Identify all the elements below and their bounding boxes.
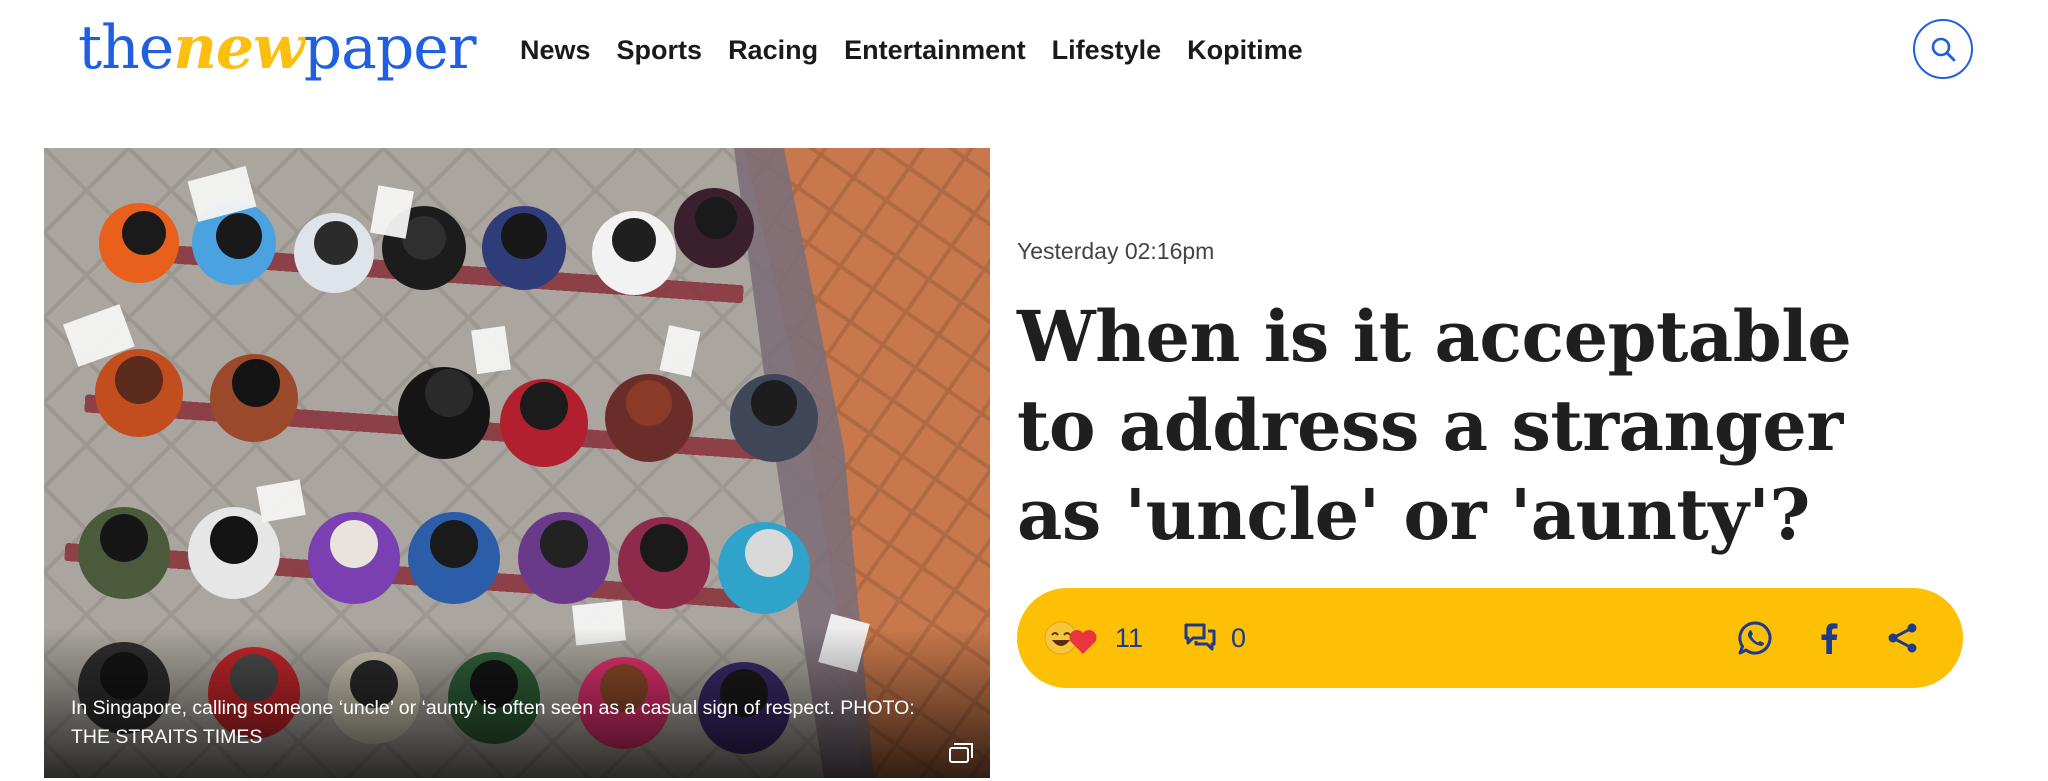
- nav-item-racing[interactable]: Racing: [728, 28, 818, 72]
- comments-button[interactable]: 0: [1183, 618, 1246, 658]
- site-logo[interactable]: thenewpaper: [78, 6, 476, 90]
- article-timestamp: Yesterday 02:16pm: [1017, 238, 1215, 264]
- nav-item-kopitime[interactable]: Kopitime: [1187, 28, 1303, 72]
- share-icon: [1888, 623, 1917, 653]
- reactions-count: 11: [1115, 623, 1144, 653]
- comments-icon: [1184, 623, 1216, 651]
- reactions-button[interactable]: 11: [1043, 618, 1143, 658]
- logo-part-paper: paper: [303, 13, 477, 83]
- facebook-icon: [1821, 623, 1838, 654]
- image-caption: In Singapore, calling someone ‘uncle’ or…: [71, 697, 915, 748]
- comments-count: 0: [1231, 623, 1247, 653]
- whatsapp-icon: [1738, 621, 1772, 655]
- logo-part-new: new: [173, 13, 304, 83]
- article-headline: When is it acceptable to address a stran…: [1017, 295, 1852, 556]
- nav-item-news[interactable]: News: [520, 28, 591, 72]
- nav-item-sports[interactable]: Sports: [617, 28, 703, 72]
- gallery-icon[interactable]: [948, 742, 974, 764]
- laugh-heart-emoji-icon: [1044, 621, 1097, 655]
- nav-item-lifestyle[interactable]: Lifestyle: [1052, 28, 1162, 72]
- article-action-bar: 11 0: [1017, 588, 1963, 688]
- logo-part-the: the: [78, 13, 174, 83]
- search-button[interactable]: [1913, 19, 1973, 79]
- main-nav: News Sports Racing Entertainment Lifesty…: [520, 28, 1329, 72]
- whatsapp-share-button[interactable]: [1735, 616, 1775, 660]
- share-buttons: [1735, 616, 1923, 660]
- share-button[interactable]: [1883, 616, 1923, 660]
- article-hero-image[interactable]: In Singapore, calling someone ‘uncle’ or…: [44, 148, 990, 778]
- facebook-share-button[interactable]: [1809, 616, 1849, 660]
- nav-item-entertainment[interactable]: Entertainment: [844, 28, 1026, 72]
- search-icon: [1931, 37, 1956, 62]
